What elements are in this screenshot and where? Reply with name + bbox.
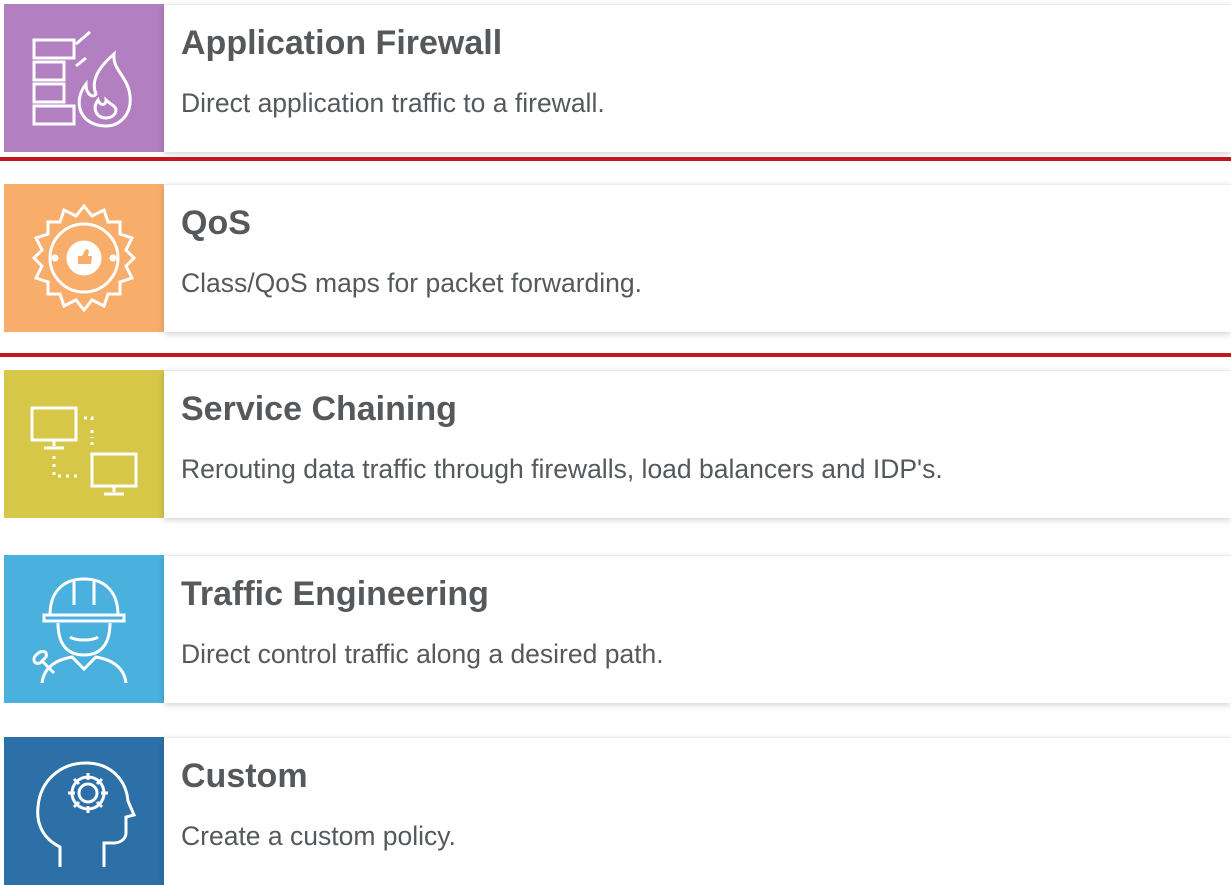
selection-divider bbox=[0, 353, 1231, 357]
policy-card-custom[interactable]: Custom Create a custom policy. bbox=[4, 737, 1231, 885]
tile-custom bbox=[4, 737, 164, 885]
card-title: Traffic Engineering bbox=[181, 575, 489, 613]
card-description: Class/QoS maps for packet forwarding. bbox=[181, 268, 642, 298]
policy-card-qos[interactable]: QoS Class/QoS maps for packet forwarding… bbox=[4, 184, 1231, 332]
custom-brain-gear-icon bbox=[36, 761, 137, 867]
tile-service-chaining bbox=[4, 370, 164, 518]
policy-card-service-chaining[interactable]: Service Chaining Rerouting data traffic … bbox=[4, 370, 1231, 518]
card-description: Direct control traffic along a desired p… bbox=[181, 639, 664, 669]
card-title: QoS bbox=[181, 204, 251, 242]
service-chaining-icon bbox=[30, 406, 138, 496]
card-title: Service Chaining bbox=[181, 390, 457, 428]
engineer-icon bbox=[32, 577, 128, 684]
card-body bbox=[164, 184, 1231, 332]
card-title: Custom bbox=[181, 757, 308, 795]
selection-divider bbox=[0, 157, 1231, 161]
card-description: Create a custom policy. bbox=[181, 821, 456, 851]
tile-traffic-engineering bbox=[4, 555, 164, 703]
card-title: Application Firewall bbox=[181, 24, 503, 62]
firewall-icon bbox=[32, 30, 132, 128]
policy-card-application-firewall[interactable]: Application Firewall Direct application … bbox=[4, 4, 1231, 152]
policy-card-traffic-engineering[interactable]: Traffic Engineering Direct control traff… bbox=[4, 555, 1231, 703]
card-description: Rerouting data traffic through firewalls… bbox=[181, 454, 943, 484]
qos-badge-icon bbox=[31, 203, 137, 313]
card-description: Direct application traffic to a firewall… bbox=[181, 88, 605, 118]
card-body bbox=[164, 737, 1231, 885]
tile-application-firewall bbox=[4, 4, 164, 152]
tile-qos bbox=[4, 184, 164, 332]
